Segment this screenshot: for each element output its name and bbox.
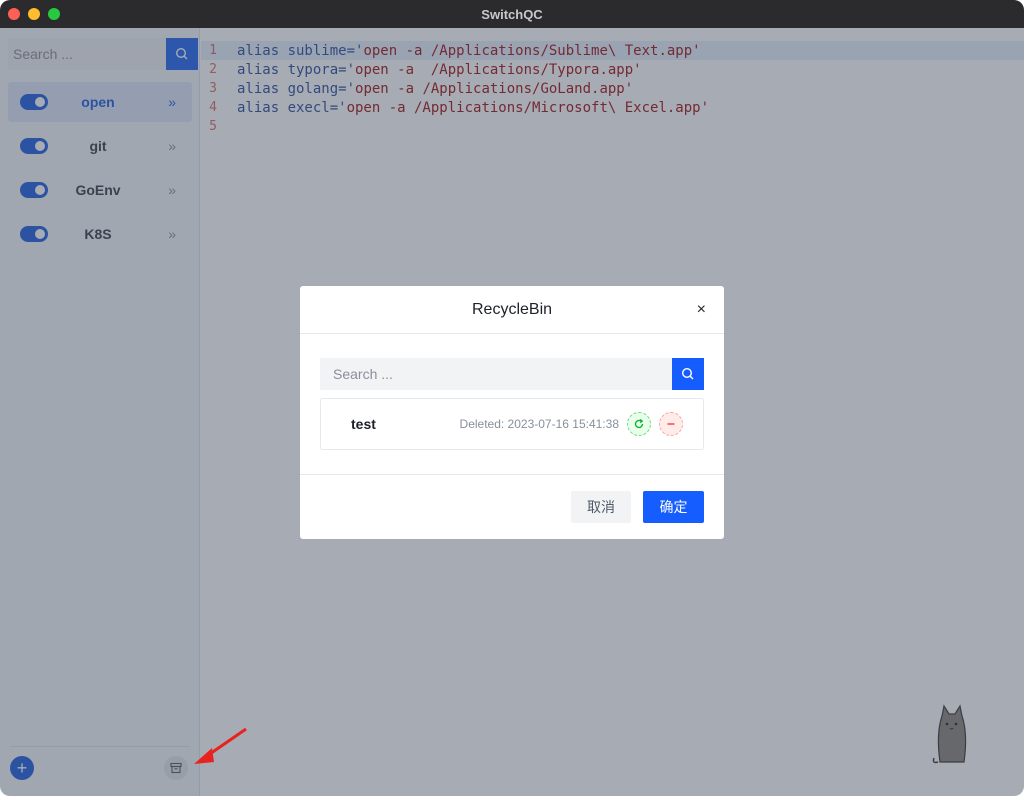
window-minimize-button[interactable] [28,8,40,20]
minus-icon [667,423,675,425]
deleted-timestamp: Deleted: 2023-07-16 15:41:38 [459,417,619,431]
window-title: SwitchQC [481,6,543,22]
list-item: test Deleted: 2023-07-16 15:41:38 [320,398,704,450]
permanent-delete-button[interactable] [659,412,683,436]
search-icon [681,367,694,380]
dialog-search-input[interactable]: Search ... [320,358,672,390]
dialog-search-button[interactable] [672,358,704,390]
window-maximize-button[interactable] [48,8,60,20]
item-name: test [351,416,376,432]
title-bar: SwitchQC [0,0,1024,28]
restore-button[interactable] [627,412,651,436]
dialog-search: Search ... [320,358,704,390]
confirm-button[interactable]: 确定 [643,491,704,523]
close-icon[interactable]: × [697,301,706,319]
dialog-title: RecycleBin [471,300,553,318]
annotation-arrow [194,727,247,764]
cancel-button[interactable]: 取消 [571,491,631,523]
window-close-button[interactable] [8,8,20,20]
dialog-footer: 取消 确定 [300,474,724,539]
app-window: SwitchQC Search ... open » git » GoEnv »… [0,0,1024,796]
refresh-icon [634,418,644,429]
recycle-bin-dialog: RecycleBin × Search ... test Deleted: 20… [300,286,724,539]
dialog-header: RecycleBin × [300,286,724,334]
